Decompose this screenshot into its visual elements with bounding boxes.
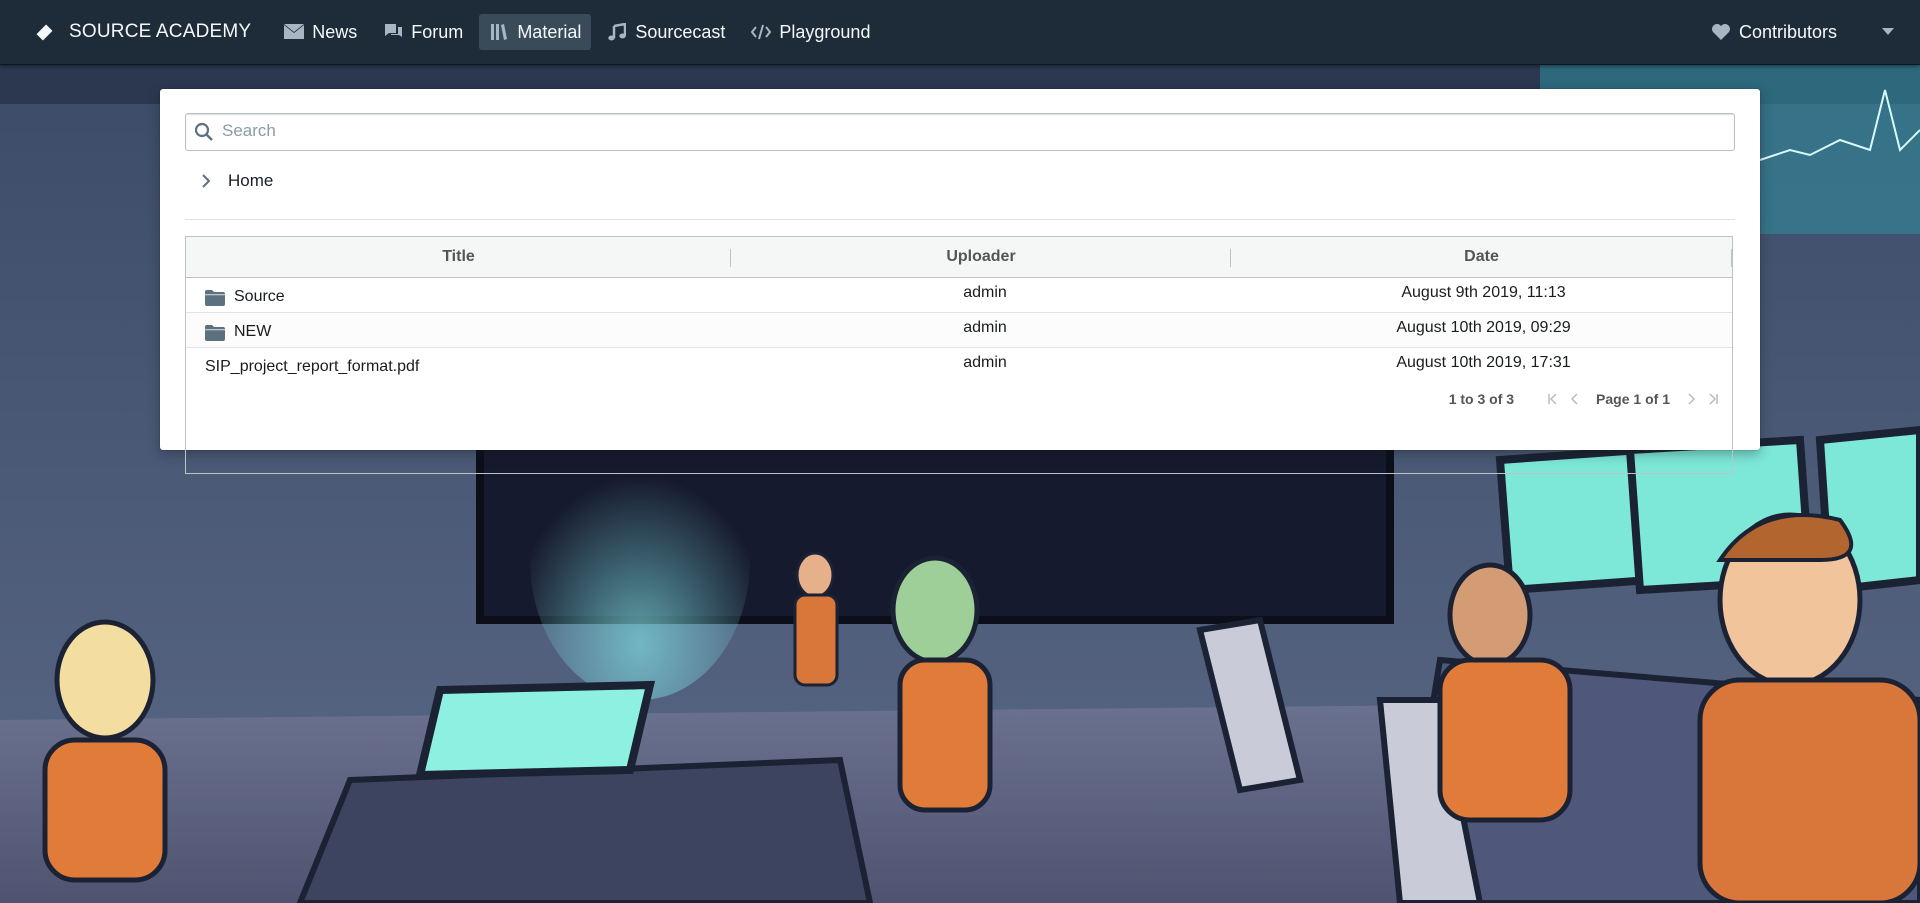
materials-table: Title Uploader Date Source admin August … — [185, 236, 1733, 474]
table-row[interactable]: NEW admin August 10th 2019, 09:29 — [186, 313, 1732, 348]
next-page-icon[interactable] — [1683, 391, 1699, 407]
row-uploader-cell: admin — [963, 318, 1007, 336]
column-header-uploader[interactable]: Uploader — [731, 237, 1231, 277]
breadcrumb: Home — [200, 171, 273, 191]
row-uploader-cell: admin — [963, 353, 1007, 371]
page-prefix: Page — [1596, 391, 1630, 407]
table-header: Title Uploader Date — [186, 237, 1732, 278]
navbar-right-group: Contributors — [1698, 14, 1920, 50]
breadcrumb-home[interactable]: Home — [228, 171, 273, 191]
table-row[interactable]: SIP_project_report_format.pdf admin Augu… — [186, 348, 1732, 382]
top-navbar: SOURCE ACADEMY News Forum Material Sourc… — [0, 0, 1920, 65]
column-header-title[interactable]: Title — [186, 237, 731, 277]
row-title-cell: Source — [186, 278, 731, 312]
user-menu-dropdown[interactable] — [1870, 14, 1906, 50]
library-icon — [489, 22, 509, 42]
section-divider — [185, 219, 1735, 220]
folder-link[interactable]: Source — [234, 288, 285, 306]
nav-contributors[interactable]: Contributors — [1701, 14, 1847, 50]
search-icon — [194, 122, 214, 142]
first-page-icon[interactable] — [1545, 391, 1561, 407]
logo-icon — [36, 24, 53, 40]
code-icon — [751, 22, 772, 42]
row-title-cell: NEW — [186, 313, 731, 347]
nav-forum[interactable]: Forum — [373, 14, 473, 50]
file-link[interactable]: SIP_project_report_format.pdf — [205, 358, 419, 376]
current-page-number: 1 — [1633, 391, 1642, 407]
envelope-icon — [284, 22, 305, 42]
nav-sourcecast[interactable]: Sourcecast — [597, 14, 735, 50]
folder-icon — [205, 289, 225, 306]
column-date-label: Date — [1464, 248, 1499, 265]
chat-icon — [383, 22, 403, 42]
nav-forum-label: Forum — [411, 21, 464, 42]
table-row[interactable]: Source admin August 9th 2019, 11:13 — [186, 278, 1732, 313]
nav-playground[interactable]: Playground — [741, 14, 880, 50]
music-icon — [607, 22, 627, 42]
column-resize-handle[interactable] — [1731, 249, 1732, 267]
chevron-right-icon[interactable] — [200, 173, 212, 189]
brand-label: SOURCE ACADEMY — [69, 21, 252, 42]
search-input[interactable] — [222, 114, 1722, 148]
row-title-cell: SIP_project_report_format.pdf — [186, 348, 731, 382]
column-title-label: Title — [442, 248, 475, 265]
page-indicator: Page 1 of 1 — [1596, 391, 1670, 407]
nav-sourcecast-label: Sourcecast — [635, 21, 726, 42]
nav-material[interactable]: Material — [479, 14, 592, 50]
nav-news-label: News — [312, 21, 358, 42]
nav-playground-label: Playground — [779, 21, 871, 42]
column-uploader-label: Uploader — [946, 248, 1016, 265]
pagination-bar: 1 to 3 of 3 Page 1 of 1 — [1449, 391, 1724, 407]
row-date-cell: August 9th 2019, 11:13 — [1401, 283, 1566, 301]
folder-icon — [205, 324, 225, 341]
last-page-icon[interactable] — [1705, 391, 1721, 407]
row-date-cell: August 10th 2019, 09:29 — [1396, 318, 1571, 336]
search-box — [185, 113, 1735, 151]
material-panel: Home Title Uploader Date Source — [160, 89, 1760, 474]
previous-page-icon[interactable] — [1567, 391, 1583, 407]
brand-link[interactable]: SOURCE ACADEMY — [36, 21, 251, 43]
row-count-summary: 1 to 3 of 3 — [1448, 391, 1515, 407]
total-pages: 1 — [1662, 391, 1670, 407]
row-date-cell: August 10th 2019, 17:31 — [1396, 353, 1571, 371]
heart-icon — [1711, 22, 1731, 42]
nav-material-label: Material — [517, 21, 582, 42]
column-header-date[interactable]: Date — [1231, 237, 1732, 277]
page-of: of — [1645, 391, 1659, 407]
nav-contributors-label: Contributors — [1738, 21, 1837, 42]
folder-link[interactable]: NEW — [234, 323, 271, 341]
caret-down-icon — [1882, 23, 1894, 41]
nav-news[interactable]: News — [274, 14, 367, 50]
row-uploader-cell: admin — [963, 283, 1007, 301]
